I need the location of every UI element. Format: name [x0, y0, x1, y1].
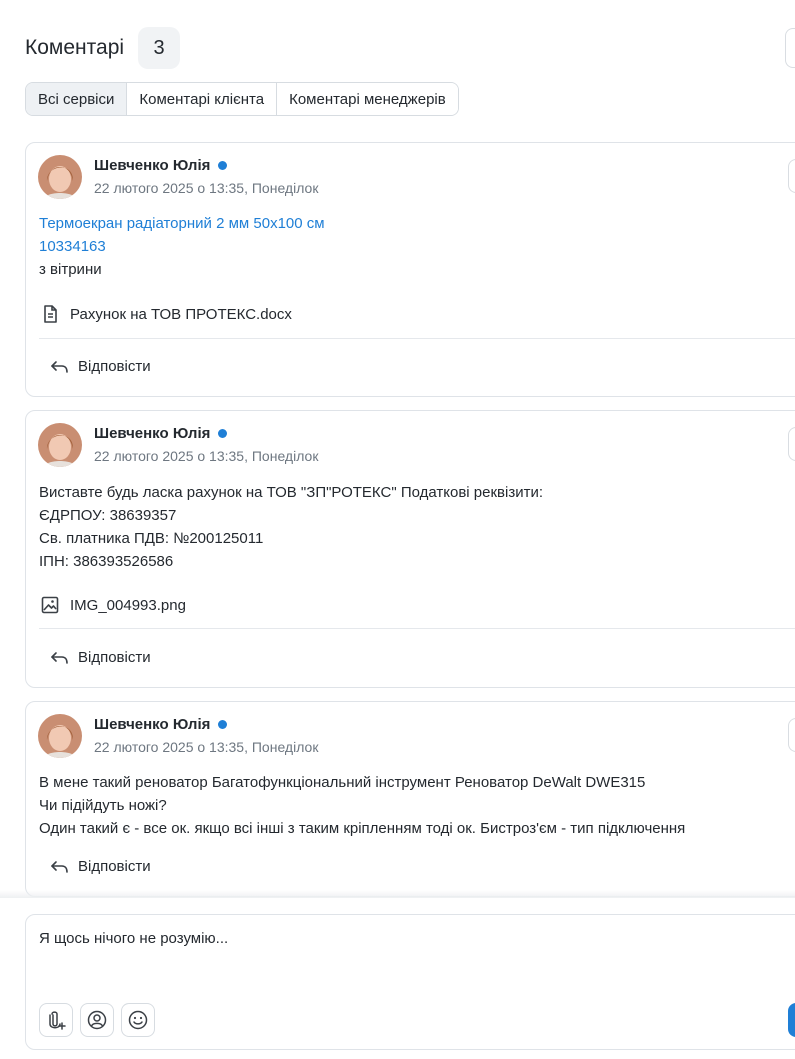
comment-body: В мене такий реноватор Багатофункціональ…	[39, 771, 685, 840]
send-button[interactable]	[788, 1003, 795, 1037]
comment-menu-button[interactable]	[788, 159, 795, 193]
emoji-button[interactable]	[121, 1003, 155, 1037]
avatar-photo-icon	[38, 714, 82, 758]
tab-client-comments[interactable]: Коментарі клієнта	[127, 83, 278, 115]
attachment[interactable]: IMG_004993.png	[40, 595, 186, 615]
reply-icon	[51, 651, 68, 664]
reply-label: Відповісти	[78, 858, 151, 875]
divider	[39, 628, 795, 629]
product-code-link[interactable]: 10334163	[39, 235, 325, 258]
mention-button[interactable]	[80, 1003, 114, 1037]
comment-text: з вітрини	[39, 261, 102, 278]
avatar-photo-icon	[38, 155, 82, 199]
comment-body: Виставте будь ласка рахунок на ТОВ "ЗП"Р…	[39, 481, 543, 573]
comment-timestamp: 22 лютого 2025 о 13:35, Понеділок	[94, 448, 319, 464]
comment-body: Термоекран радіаторний 2 мм 50х100 см 10…	[39, 212, 325, 281]
attachment-name: IMG_004993.png	[70, 596, 186, 614]
comments-header: Коментарі 3	[25, 27, 181, 69]
comment-line: Виставте будь ласка рахунок на ТОВ "ЗП"Р…	[39, 484, 544, 501]
header-action-button[interactable]	[785, 28, 795, 68]
comment-composer: Я щось нічого не розумію...	[25, 914, 795, 1050]
comment-line: ЄДРПОУ: 38639357	[39, 507, 177, 524]
comment-card: Шевченко Юлія 22 лютого 2025 о 13:35, По…	[25, 701, 795, 897]
author-name[interactable]: Шевченко Юлія	[94, 716, 210, 733]
page-title: Коментарі	[25, 36, 125, 59]
emoji-icon	[128, 1010, 148, 1030]
reply-button[interactable]: Відповісти	[50, 649, 151, 666]
comment-menu-button[interactable]	[788, 427, 795, 461]
tab-manager-comments[interactable]: Коментарі менеджерів	[277, 83, 458, 115]
composer-toolbar	[39, 1003, 155, 1037]
comment-line: В мене такий реноватор Багатофункціональ…	[39, 774, 646, 791]
product-link[interactable]: Термоекран радіаторний 2 мм 50х100 см	[39, 212, 325, 235]
online-status-dot	[218, 720, 228, 729]
reply-icon	[51, 360, 68, 373]
avatar	[38, 423, 82, 467]
comments-count-badge: 3	[138, 27, 181, 69]
author-name[interactable]: Шевченко Юлія	[94, 425, 210, 442]
image-icon	[41, 596, 59, 614]
reply-button[interactable]: Відповісти	[50, 858, 151, 875]
avatar	[38, 714, 82, 758]
reply-label: Відповісти	[78, 358, 151, 375]
comment-input[interactable]: Я щось нічого не розумію...	[39, 930, 228, 947]
filter-tabs: Всі сервіси Коментарі клієнта Коментарі …	[25, 82, 459, 116]
tab-all-services[interactable]: Всі сервіси	[26, 83, 128, 115]
comment-menu-button[interactable]	[788, 718, 795, 752]
attachment-name: Рахунок на ТОВ ПРОТЕКС.docx	[70, 305, 292, 323]
comment-line: Св. платника ПДВ: №200125011	[39, 530, 264, 547]
comment-line: Чи підійдуть ножі?	[39, 797, 167, 814]
online-status-dot	[218, 429, 228, 438]
online-status-dot	[218, 161, 228, 170]
reply-icon	[51, 860, 68, 873]
comment-timestamp: 22 лютого 2025 о 13:35, Понеділок	[94, 180, 319, 196]
attachment[interactable]: Рахунок на ТОВ ПРОТЕКС.docx	[40, 304, 292, 324]
comment-card: Шевченко Юлія 22 лютого 2025 о 13:35, По…	[25, 410, 795, 688]
reply-label: Відповісти	[78, 649, 151, 666]
comment-author-row: Шевченко Юлія 22 лютого 2025 о 13:35, По…	[38, 423, 318, 467]
divider	[39, 338, 795, 339]
reply-button[interactable]: Відповісти	[50, 358, 151, 375]
comment-timestamp: 22 лютого 2025 о 13:35, Понеділок	[94, 739, 319, 755]
comment-author-row: Шевченко Юлія 22 лютого 2025 о 13:35, По…	[38, 155, 318, 199]
mention-icon	[87, 1010, 107, 1030]
comment-line: Один такий є - все ок. якщо всі інші з т…	[39, 820, 686, 837]
author-name[interactable]: Шевченко Юлія	[94, 157, 210, 174]
avatar	[38, 155, 82, 199]
avatar-photo-icon	[38, 423, 82, 467]
comment-card: Шевченко Юлія 22 лютого 2025 о 13:35, По…	[25, 142, 795, 397]
attach-icon	[49, 1011, 66, 1030]
comment-author-row: Шевченко Юлія 22 лютого 2025 о 13:35, По…	[38, 714, 318, 758]
attach-button[interactable]	[39, 1003, 73, 1037]
document-icon	[44, 305, 57, 323]
composer-shadow	[0, 890, 795, 898]
comment-line: ІПН: 386393526586	[39, 553, 174, 570]
